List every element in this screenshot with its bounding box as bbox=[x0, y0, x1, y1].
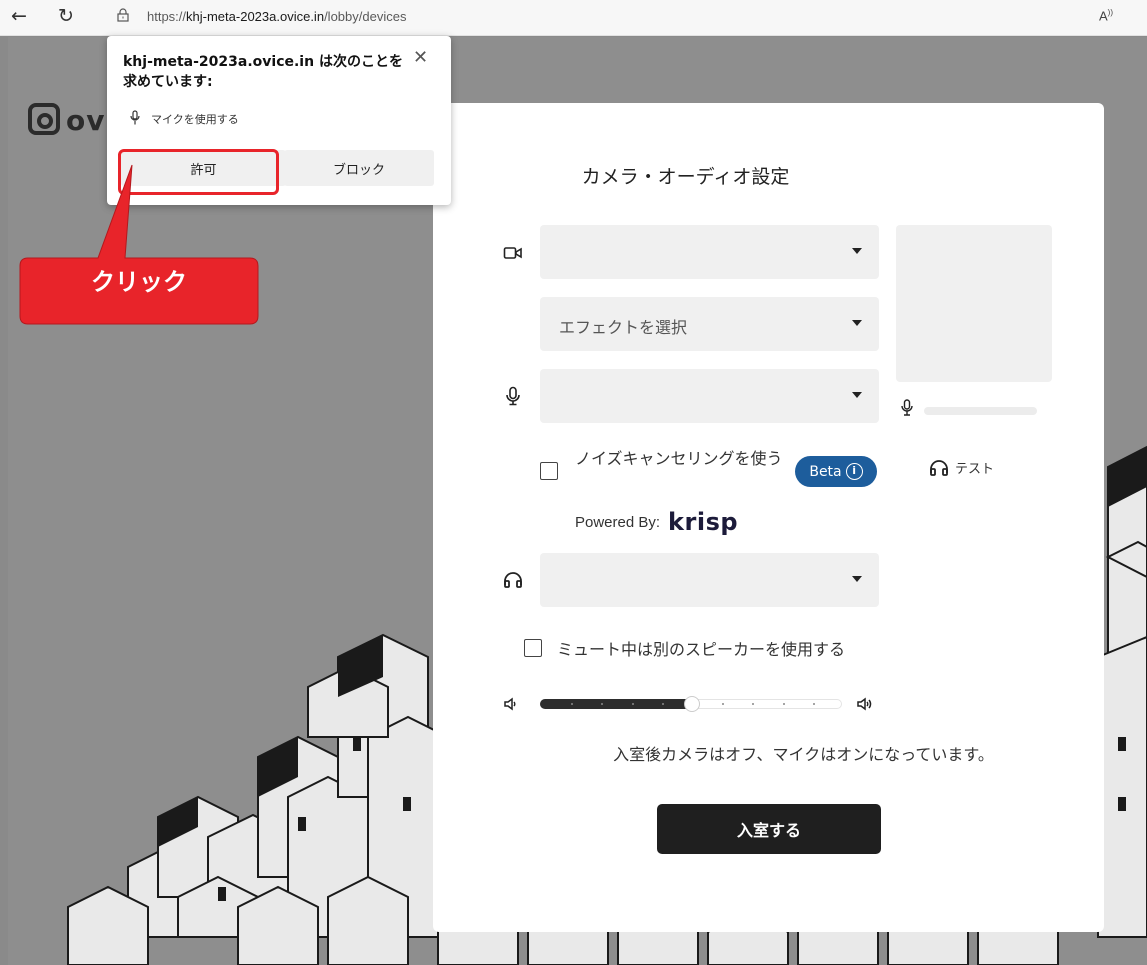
slider-tick bbox=[783, 703, 785, 705]
info-icon: i bbox=[845, 463, 863, 480]
close-icon[interactable]: ✕ bbox=[413, 48, 428, 68]
allow-button[interactable]: 許可 bbox=[121, 150, 286, 186]
effect-select-value: エフェクトを選択 bbox=[559, 318, 688, 337]
mute-speaker-checkbox[interactable] bbox=[524, 639, 542, 657]
microphone-icon bbox=[506, 386, 520, 406]
url-prefix: https:// bbox=[147, 9, 187, 24]
block-button[interactable]: ブロック bbox=[284, 150, 434, 186]
url-path: /lobby/devices bbox=[324, 9, 407, 24]
permission-title: khj-meta-2023a.ovice.in は次のことを求めています: bbox=[123, 54, 403, 90]
slider-tick bbox=[752, 703, 754, 705]
beta-label: Beta bbox=[809, 463, 842, 480]
mute-speaker-label: ミュート中は別のスピーカーを使用する bbox=[557, 640, 846, 659]
chevron-down-icon bbox=[852, 576, 862, 582]
krisp-logo: krisp bbox=[668, 508, 739, 536]
enter-room-button[interactable]: 入室する bbox=[657, 804, 881, 854]
volume-low-icon bbox=[504, 697, 516, 711]
callout-label: クリック bbox=[91, 268, 187, 296]
volume-slider-thumb[interactable] bbox=[684, 696, 700, 712]
chevron-down-icon bbox=[852, 248, 862, 254]
microphone-icon bbox=[130, 110, 140, 125]
effect-select[interactable]: エフェクトを選択 bbox=[540, 297, 879, 351]
microphone-icon bbox=[901, 399, 913, 416]
slider-tick bbox=[722, 703, 724, 705]
powered-by: Powered By: krisp bbox=[575, 508, 738, 536]
headphones-icon bbox=[930, 459, 948, 476]
mic-level-meter bbox=[924, 407, 1037, 415]
camera-select[interactable] bbox=[540, 225, 879, 279]
lock-icon[interactable] bbox=[117, 8, 129, 22]
address-bar[interactable]: https://khj-meta-2023a.ovice.in/lobby/de… bbox=[147, 9, 406, 24]
test-label: テスト bbox=[955, 462, 995, 477]
beta-badge[interactable]: Beta i bbox=[795, 456, 877, 487]
slider-tick bbox=[662, 703, 664, 705]
volume-slider[interactable] bbox=[540, 696, 842, 712]
slider-tick bbox=[571, 703, 573, 705]
volume-high-icon bbox=[857, 697, 872, 711]
slider-tick bbox=[601, 703, 603, 705]
chevron-down-icon bbox=[852, 392, 862, 398]
noise-cancel-label: ノイズキャンセリングを使う bbox=[575, 449, 783, 468]
dialog-title: カメラ・オーディオ設定 bbox=[581, 166, 790, 188]
read-aloud-letter: A bbox=[1099, 8, 1108, 24]
reload-icon[interactable]: ↻ bbox=[55, 5, 77, 27]
ovice-logo-icon bbox=[28, 103, 60, 135]
noise-cancel-checkbox[interactable] bbox=[540, 462, 558, 480]
url-host: khj-meta-2023a.ovice.in bbox=[186, 9, 325, 24]
volume-slider-fill bbox=[540, 699, 691, 709]
read-aloud-icon[interactable]: A)) bbox=[1099, 8, 1113, 23]
powered-by-label: Powered By: bbox=[575, 513, 661, 531]
permission-popup: khj-meta-2023a.ovice.in は次のことを求めています: ✕ … bbox=[107, 36, 451, 205]
microphone-select[interactable] bbox=[540, 369, 879, 423]
entry-info-text: 入室後カメラはオフ、マイクはオンになっています。 bbox=[613, 745, 994, 764]
permission-item: マイクを使用する bbox=[151, 113, 239, 126]
video-camera-icon bbox=[503, 247, 522, 259]
headphones-icon bbox=[504, 572, 522, 588]
speaker-select[interactable] bbox=[540, 553, 879, 607]
slider-tick bbox=[813, 703, 815, 705]
browser-toolbar: ← ↻ https://khj-meta-2023a.ovice.in/lobb… bbox=[0, 0, 1147, 36]
ovice-logo: ovi bbox=[28, 103, 116, 137]
back-arrow-icon[interactable]: ← bbox=[8, 5, 30, 27]
slider-tick bbox=[632, 703, 634, 705]
speaker-test-button[interactable]: テスト bbox=[929, 458, 994, 477]
chevron-down-icon bbox=[852, 320, 862, 326]
camera-audio-settings-dialog: カメラ・オーディオ設定 エフェクトを選択 テスト ノイズキャンセリングを使う B… bbox=[433, 103, 1104, 932]
camera-preview bbox=[896, 225, 1052, 382]
